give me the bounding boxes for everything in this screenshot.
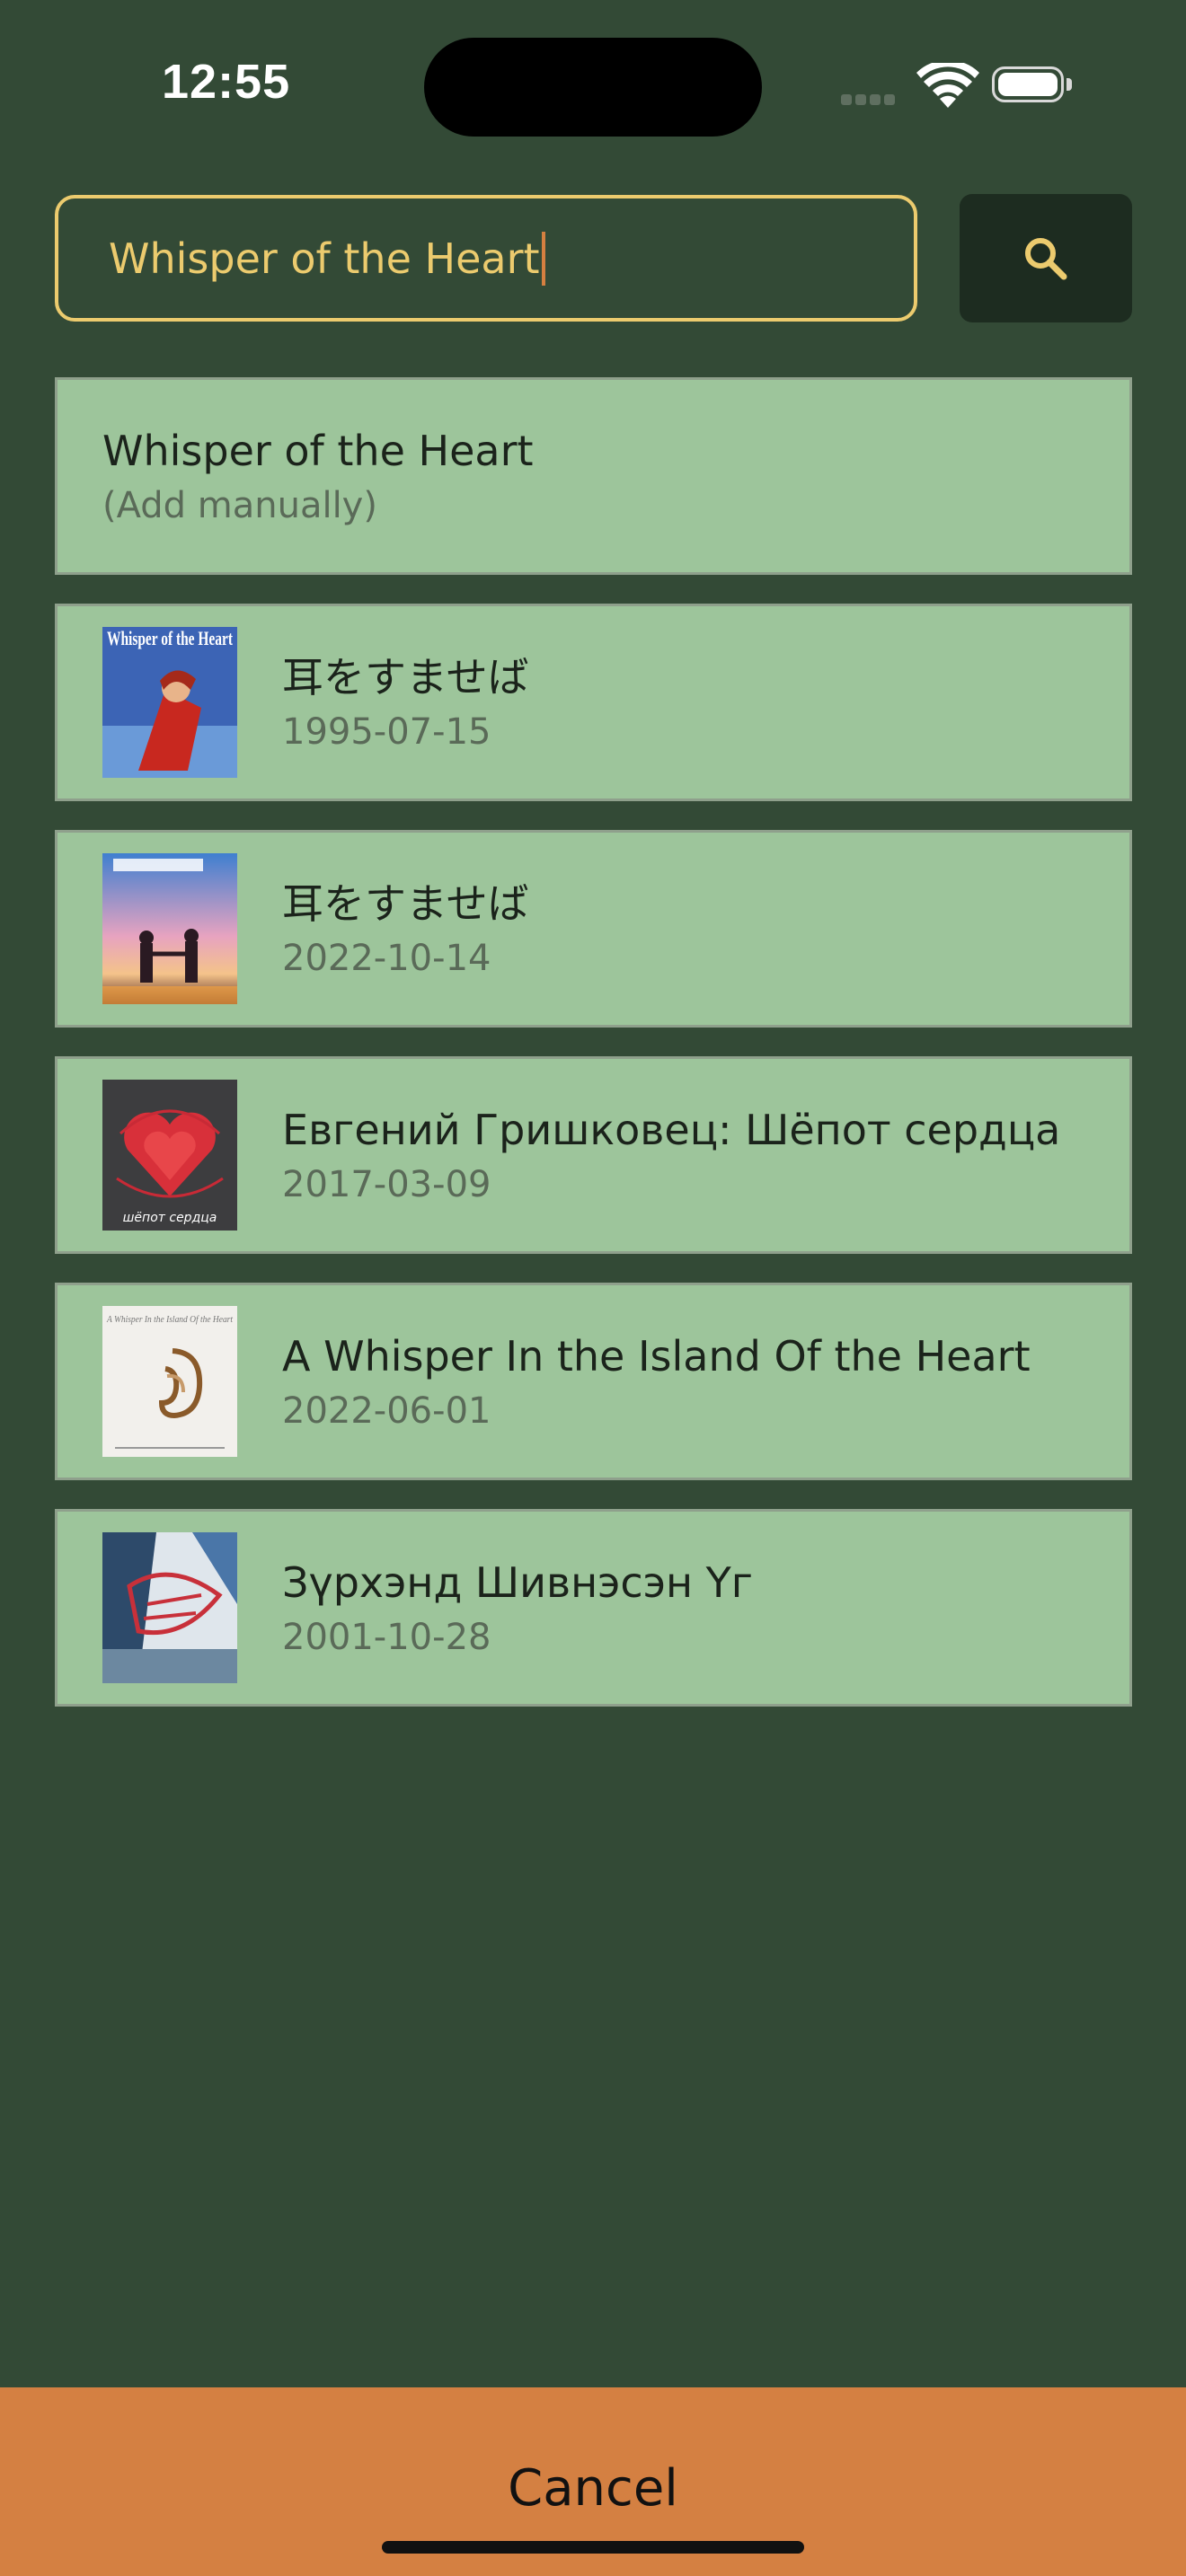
add-manually-item[interactable]: Whisper of the Heart (Add manually) [55, 377, 1132, 575]
result-item[interactable]: Whisper of the Heart 耳をすませば 1995-07-15 [55, 604, 1132, 801]
result-title: Зүрхэнд Шивнэсэн Үг [282, 1558, 753, 1607]
status-time: 12:55 [162, 55, 291, 109]
poster-thumbnail: шёпот сердца [102, 1080, 237, 1231]
result-date: 1995-07-15 [282, 711, 491, 753]
result-date: 2001-10-28 [282, 1617, 491, 1658]
add-manually-title: Whisper of the Heart [102, 427, 534, 475]
result-date: 2022-06-01 [282, 1390, 491, 1432]
poster-thumbnail: Whisper of the Heart [102, 627, 237, 778]
poster-caption: Whisper of the Heart [107, 627, 233, 649]
dynamic-island [424, 38, 762, 137]
search-icon [1025, 237, 1067, 279]
poster-thumbnail [102, 1532, 237, 1683]
result-date: 2017-03-09 [282, 1164, 491, 1205]
result-title: A Whisper In the Island Of the Heart [282, 1332, 1031, 1381]
search-input-value: Whisper of the Heart [109, 234, 540, 283]
result-item[interactable]: 耳をすませば 2022-10-14 [55, 830, 1132, 1028]
result-item[interactable]: шёпот сердца Евгений Гришковец: Шёпот се… [55, 1056, 1132, 1254]
home-indicator[interactable] [382, 2541, 804, 2554]
result-title: 耳をすませば [282, 879, 529, 928]
result-title: Евгений Гришковец: Шёпот сердца [282, 1106, 1061, 1154]
result-date: 2022-10-14 [282, 938, 491, 979]
wifi-icon [916, 63, 979, 108]
cellular-icon [841, 92, 898, 109]
search-input[interactable]: Whisper of the Heart [55, 195, 917, 322]
poster-thumbnail [102, 853, 237, 1004]
battery-icon [992, 66, 1072, 102]
status-bar: 12:55 [0, 0, 1186, 180]
poster-caption: A Whisper In the Island Of the Heart [106, 1314, 234, 1325]
cancel-label: Cancel [508, 2459, 678, 2518]
add-manually-subtitle: (Add manually) [102, 485, 377, 526]
poster-caption: шёпот сердца [123, 1211, 217, 1225]
result-item[interactable]: Зүрхэнд Шивнэсэн Үг 2001-10-28 [55, 1509, 1132, 1707]
search-button[interactable] [960, 194, 1132, 322]
poster-thumbnail: A Whisper In the Island Of the Heart [102, 1306, 237, 1457]
text-caret [541, 231, 545, 286]
result-item[interactable]: A Whisper In the Island Of the Heart A W… [55, 1283, 1132, 1480]
result-title: 耳をすませば [282, 653, 529, 701]
